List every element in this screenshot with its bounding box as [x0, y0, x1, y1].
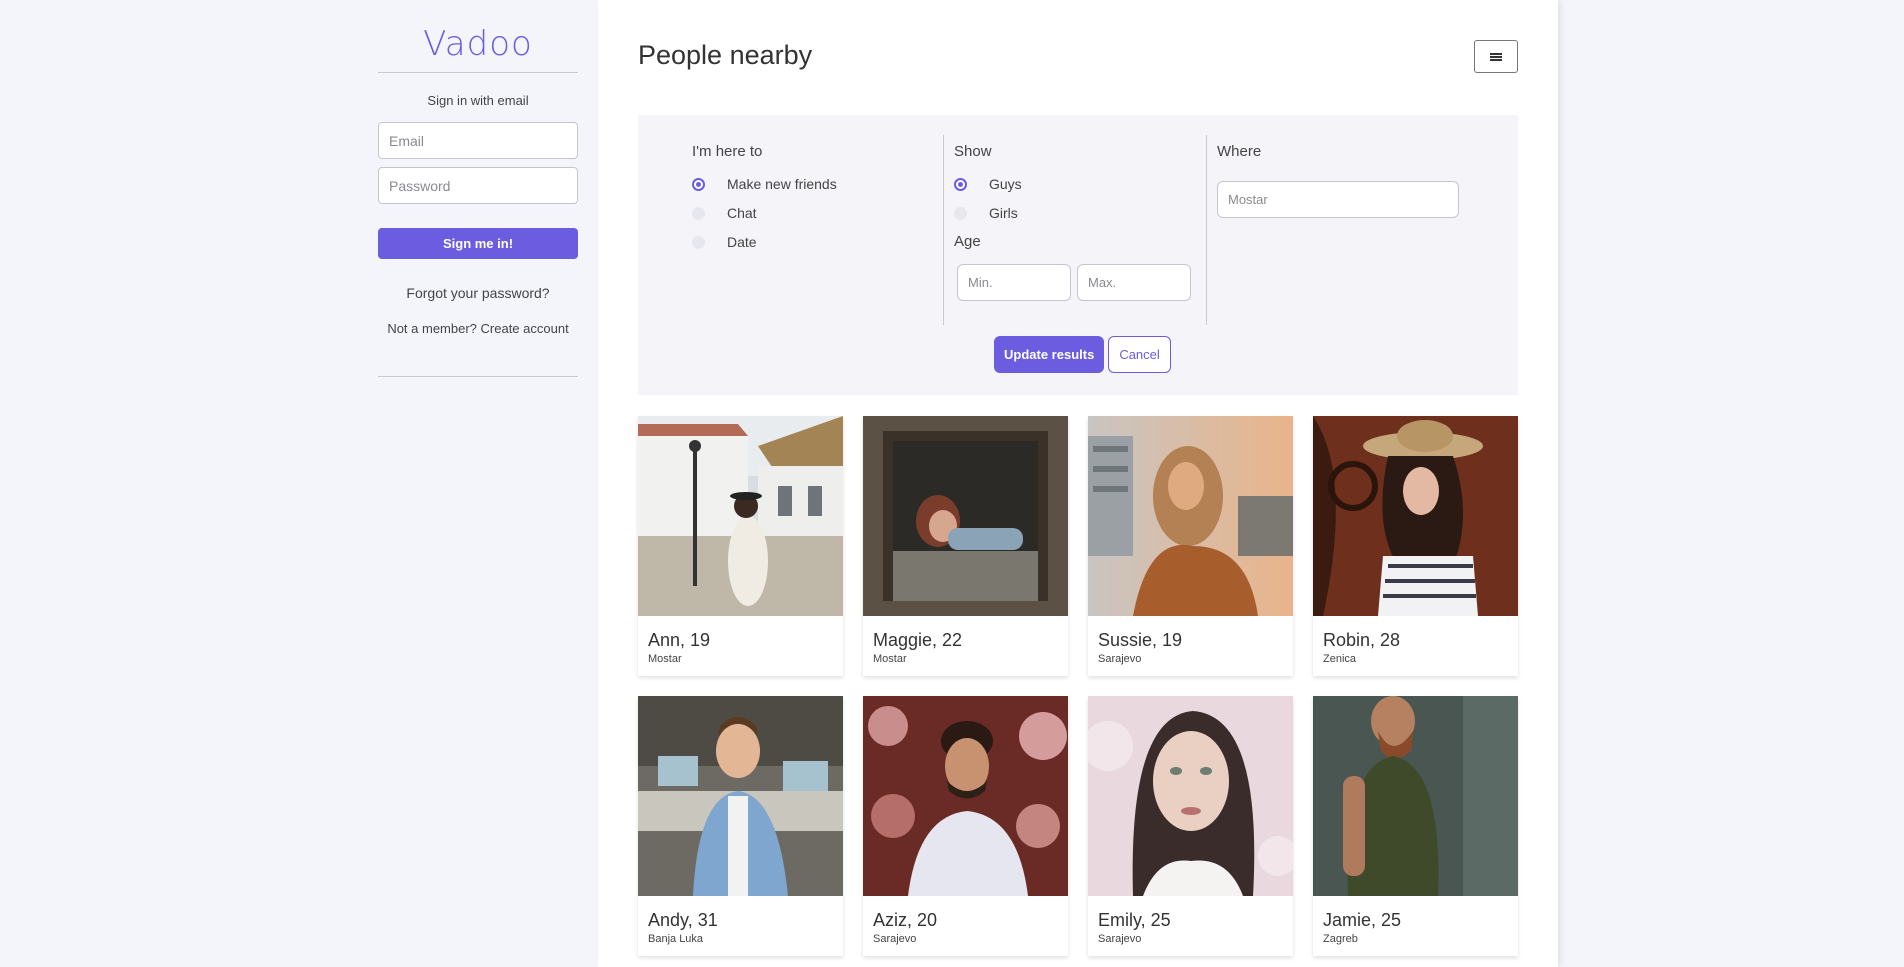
hamburger-icon [1490, 52, 1502, 61]
main-panel: People nearby I'm here to Make new frien… [598, 0, 1558, 967]
person-city: Sarajevo [1098, 933, 1142, 945]
divider [378, 72, 578, 73]
radio-icon [692, 235, 705, 249]
radio-date[interactable]: Date [692, 234, 932, 250]
divider [378, 376, 578, 377]
person-photo [1088, 416, 1293, 616]
radio-girls[interactable]: Girls [954, 205, 1216, 221]
person-photo [638, 696, 843, 896]
signin-button[interactable]: Sign me in! [378, 228, 578, 259]
person-card[interactable]: Sussie, 19 Sarajevo [1088, 416, 1293, 676]
where-group: Where [1206, 135, 1477, 325]
person-name: Emily, 25 [1098, 910, 1171, 930]
person-name: Andy, 31 [648, 910, 718, 930]
radio-label: Girls [989, 205, 1018, 221]
email-field[interactable] [378, 122, 578, 159]
radio-make-new-friends[interactable]: Make new friends [692, 176, 932, 192]
create-account-link[interactable]: Not a member? Create account [378, 321, 578, 336]
where-input[interactable] [1217, 181, 1459, 218]
radio-chat[interactable]: Chat [692, 205, 932, 221]
here-to-group: I'm here to Make new friends Chat Date [692, 135, 932, 325]
age-range [954, 264, 1216, 301]
update-results-button[interactable]: Update results [994, 336, 1105, 373]
person-card[interactable]: Ann, 19 Mostar [638, 416, 843, 676]
show-label: Show [954, 143, 992, 160]
here-to-label: I'm here to [692, 143, 763, 160]
person-card[interactable]: Robin, 28 Zenica [1313, 416, 1518, 676]
person-photo [1313, 696, 1518, 896]
age-min-input[interactable] [957, 264, 1071, 301]
person-city: Mostar [648, 653, 682, 665]
radio-icon [692, 206, 705, 220]
radio-selected-icon [692, 177, 705, 191]
person-name: Maggie, 22 [873, 630, 963, 650]
radio-selected-icon [954, 177, 967, 191]
cancel-button[interactable]: Cancel [1108, 336, 1171, 373]
person-city: Sarajevo [1098, 653, 1142, 665]
people-grid: Ann, 19 Mostar Maggie, 22 Mostar Sussie,… [638, 416, 1518, 956]
signin-heading: Sign in with email [427, 93, 529, 108]
filter-actions: Update results Cancel [994, 336, 1171, 373]
person-photo [638, 416, 843, 616]
radio-label: Make new friends [727, 176, 837, 192]
person-card[interactable]: Emily, 25 Sarajevo [1088, 696, 1293, 956]
person-card[interactable]: Andy, 31 Banja Luka [638, 696, 843, 956]
password-field[interactable] [378, 167, 578, 204]
person-name: Jamie, 25 [1323, 910, 1402, 930]
age-label: Age [954, 233, 981, 250]
person-name: Ann, 19 [648, 630, 711, 650]
person-photo [863, 416, 1068, 616]
person-name: Aziz, 20 [873, 910, 938, 930]
person-photo [1313, 416, 1518, 616]
forgot-password-link[interactable]: Forgot your password? [378, 285, 578, 301]
person-city: Mostar [873, 653, 907, 665]
person-name: Robin, 28 [1323, 630, 1401, 650]
person-card[interactable]: Jamie, 25 Zagreb [1313, 696, 1518, 956]
menu-button[interactable] [1474, 40, 1518, 73]
age-max-input[interactable] [1077, 264, 1191, 301]
filter-panel: I'm here to Make new friends Chat Date S… [638, 115, 1518, 395]
radio-label: Guys [989, 176, 1022, 192]
sidebar: Vadoo Sign in with email Sign me in! For… [378, 0, 578, 377]
radio-icon [954, 206, 967, 220]
person-photo [1088, 696, 1293, 896]
person-city: Zenica [1323, 653, 1357, 665]
radio-guys[interactable]: Guys [954, 176, 1216, 192]
person-city: Sarajevo [873, 933, 917, 945]
page-title: People nearby [638, 40, 813, 70]
radio-label: Chat [727, 205, 757, 221]
radio-label: Date [727, 234, 757, 250]
logo[interactable]: Vadoo [378, 0, 578, 72]
where-label: Where [1217, 143, 1262, 160]
person-card[interactable]: Aziz, 20 Sarajevo [863, 696, 1068, 956]
person-card[interactable]: Maggie, 22 Mostar [863, 416, 1068, 676]
person-city: Banja Luka [648, 933, 704, 945]
person-photo [863, 696, 1068, 896]
show-group: Show Guys Girls Age [943, 135, 1216, 325]
person-city: Zagreb [1323, 933, 1358, 945]
person-name: Sussie, 19 [1098, 630, 1183, 650]
